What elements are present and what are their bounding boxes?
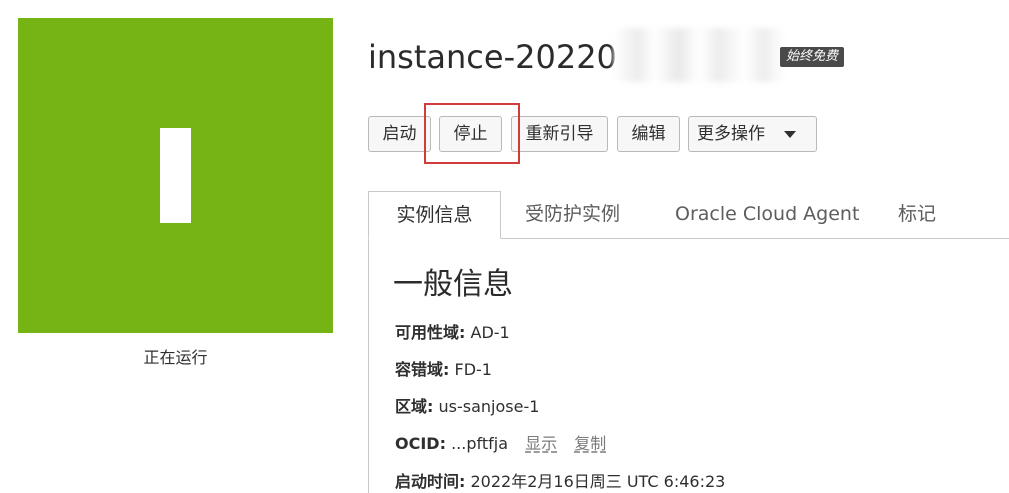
tab-tags[interactable]: 标记 bbox=[898, 191, 936, 239]
ocid-key: OCID: bbox=[395, 434, 446, 453]
instance-title: instance-202202 bbox=[368, 38, 638, 76]
ocid-value: ...pftfja bbox=[451, 434, 508, 453]
redacted-name-mask bbox=[614, 28, 784, 82]
fault-domain-key: 容错域: bbox=[395, 360, 450, 379]
general-info-title: 一般信息 bbox=[393, 267, 513, 302]
copy-ocid-link[interactable]: 复制 bbox=[574, 434, 606, 453]
more-actions-label: 更多操作 bbox=[697, 124, 765, 144]
launch-time-row: 启动时间: 2022年2月16日周三 UTC 6:46:23 bbox=[395, 471, 725, 493]
reboot-button[interactable]: 重新引导 bbox=[511, 116, 608, 152]
region-row: 区域: us-sanjose-1 bbox=[395, 396, 539, 418]
instance-status-label: 正在运行 bbox=[143, 348, 208, 367]
availability-domain-value: AD-1 bbox=[470, 323, 510, 342]
tab-shielded-instance[interactable]: 受防护实例 bbox=[525, 191, 620, 239]
tab-oracle-cloud-agent[interactable]: Oracle Cloud Agent bbox=[675, 191, 859, 239]
always-free-badge: 始终免费 bbox=[780, 47, 845, 67]
fault-domain-row: 容错域: FD-1 bbox=[395, 359, 492, 381]
launch-time-key: 启动时间: bbox=[395, 472, 466, 491]
fault-domain-value: FD-1 bbox=[454, 360, 492, 379]
content-border bbox=[368, 239, 369, 493]
stop-button[interactable]: 停止 bbox=[439, 116, 502, 152]
more-actions-button[interactable]: 更多操作 bbox=[688, 116, 817, 152]
show-ocid-link[interactable]: 显示 bbox=[525, 434, 557, 453]
region-key: 区域: bbox=[395, 397, 434, 416]
edit-button[interactable]: 编辑 bbox=[617, 116, 680, 152]
ocid-row: OCID: ...pftfja 显示 复制 bbox=[395, 433, 606, 455]
region-value: us-sanjose-1 bbox=[438, 397, 540, 416]
launch-time-value: 2022年2月16日周三 UTC 6:46:23 bbox=[470, 472, 726, 491]
availability-domain-row: 可用性域: AD-1 bbox=[395, 322, 510, 344]
start-button[interactable]: 启动 bbox=[368, 116, 431, 152]
instance-tabs: 实例信息 受防护实例 Oracle Cloud Agent 标记 bbox=[368, 191, 1009, 239]
availability-domain-key: 可用性域: bbox=[395, 323, 466, 342]
tab-instance-info[interactable]: 实例信息 bbox=[368, 191, 501, 239]
running-status-icon bbox=[160, 128, 191, 223]
instance-status-tile bbox=[18, 18, 333, 333]
chevron-down-icon bbox=[784, 131, 796, 138]
